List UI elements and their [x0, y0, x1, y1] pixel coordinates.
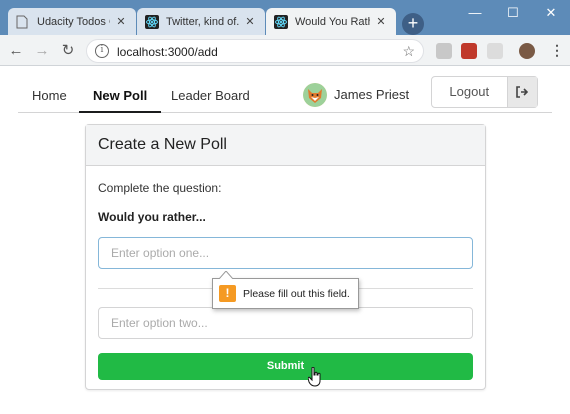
- validation-message: Please fill out this field.: [243, 287, 350, 300]
- tab-udacity-todos[interactable]: Udacity Todos Goa ✕: [8, 8, 136, 35]
- back-arrow-icon[interactable]: ←: [6, 41, 26, 61]
- option-two-input[interactable]: [98, 307, 473, 339]
- url-text: localhost:3000/add: [117, 45, 218, 59]
- submit-button[interactable]: Submit: [98, 353, 473, 380]
- browser-titlebar: Udacity Todos Goa ✕ Twitter, kind of. ✕ …: [0, 0, 570, 35]
- ghost-extension-icon[interactable]: [487, 43, 503, 59]
- nav-new-poll[interactable]: New Poll: [79, 76, 162, 113]
- tab-title: Would You Rather C: [295, 15, 370, 28]
- close-window-button[interactable]: ✕: [532, 0, 570, 26]
- tab-twitter[interactable]: Twitter, kind of. ✕: [137, 8, 265, 35]
- maximize-button[interactable]: ☐: [494, 0, 532, 26]
- app-navbar: Home New Poll Leader Board James Priest …: [18, 76, 552, 113]
- react-icon: [145, 14, 159, 29]
- react-icon: [274, 14, 288, 29]
- reload-icon[interactable]: ↻: [58, 41, 78, 61]
- tab-title: Twitter, kind of.: [166, 15, 239, 28]
- bookmark-star-icon[interactable]: ☆: [402, 43, 415, 60]
- new-tab-button[interactable]: +: [402, 13, 424, 35]
- forward-arrow-icon[interactable]: →: [32, 41, 52, 61]
- close-tab-icon[interactable]: ✕: [243, 15, 257, 28]
- question-subtitle: Would you rather...: [98, 210, 206, 224]
- info-icon[interactable]: i: [95, 44, 109, 58]
- tooltip-arrow: [219, 271, 233, 279]
- nav-leader-board[interactable]: Leader Board: [171, 76, 250, 113]
- document-icon: [16, 15, 30, 29]
- user-info: James Priest: [303, 76, 409, 113]
- browser-toolbar: ← → ↻ i localhost:3000/add ☆: [0, 35, 570, 66]
- fox-avatar-icon: [303, 82, 327, 107]
- logout-button[interactable]: Logout: [431, 76, 538, 108]
- new-poll-card: Create a New Poll Complete the question:…: [85, 124, 486, 390]
- close-tab-icon[interactable]: ✕: [114, 15, 128, 28]
- minimize-button[interactable]: —: [456, 0, 494, 26]
- validation-tooltip: ! Please fill out this field.: [212, 271, 359, 309]
- hand-cursor-icon: [308, 367, 321, 387]
- card-title: Create a New Poll: [86, 125, 485, 166]
- logout-label: Logout: [449, 84, 490, 99]
- cloud-extension-icon[interactable]: [436, 43, 452, 59]
- user-name: James Priest: [334, 87, 410, 102]
- tab-would-you-rather[interactable]: Would You Rather C ✕: [266, 8, 396, 35]
- address-bar[interactable]: i localhost:3000/add ☆: [86, 39, 424, 63]
- option-one-input[interactable]: [98, 237, 473, 269]
- browser-menu-icon[interactable]: ⋮: [550, 42, 564, 59]
- warning-icon: !: [219, 285, 236, 302]
- pdf-extension-icon[interactable]: [461, 43, 477, 59]
- tab-title: Udacity Todos Goa: [37, 15, 110, 28]
- nav-home[interactable]: Home: [32, 76, 67, 113]
- sign-out-icon: [506, 77, 537, 107]
- close-tab-icon[interactable]: ✕: [374, 15, 388, 28]
- prompt-text: Complete the question:: [98, 181, 222, 195]
- profile-avatar-icon[interactable]: [519, 43, 535, 59]
